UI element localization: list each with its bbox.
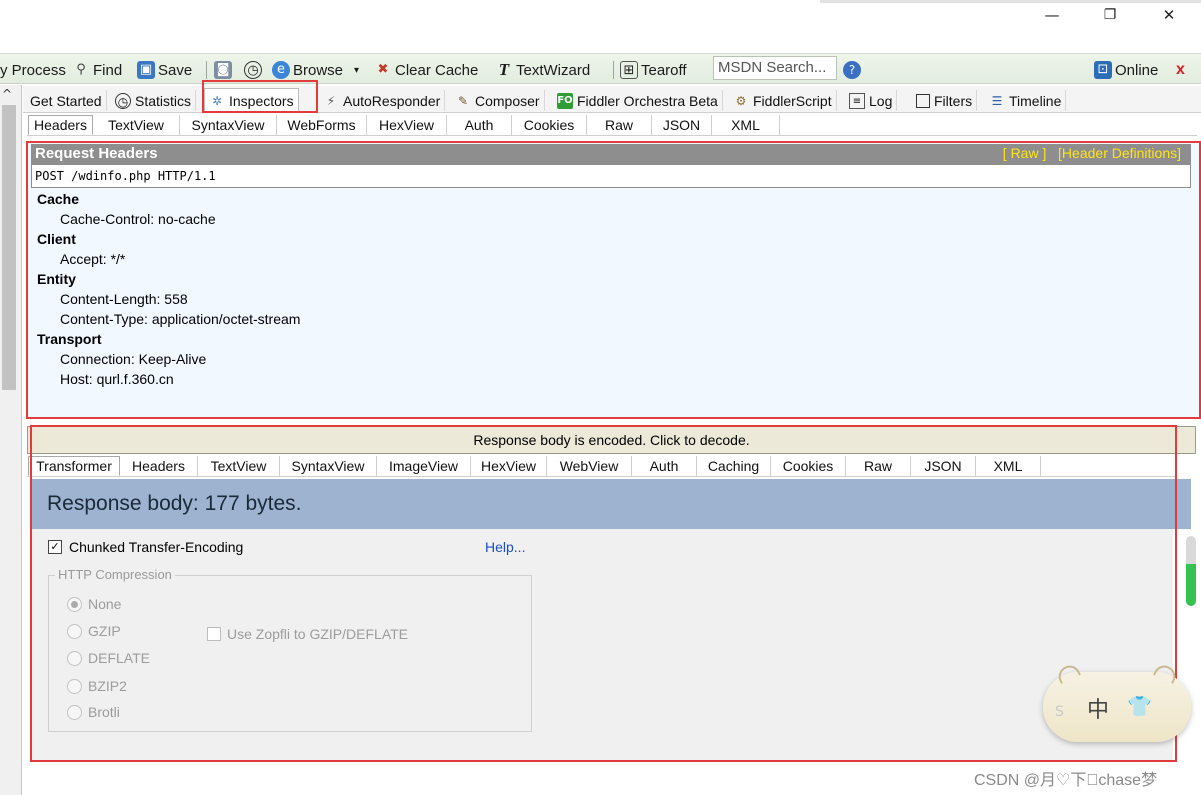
tab-autoresponder[interactable]: ⚡ AutoResponder bbox=[319, 90, 446, 111]
pencil-icon: ✎ bbox=[457, 93, 469, 108]
save-icon: ▣ bbox=[137, 61, 155, 79]
tab-label: Statistics bbox=[135, 92, 192, 109]
toolbar-separator bbox=[613, 61, 614, 79]
browser-icon: e bbox=[272, 61, 290, 79]
ime-logo-icon: S bbox=[1055, 704, 1064, 720]
toolbar-separator bbox=[206, 61, 207, 79]
req-tab-auth[interactable]: Auth bbox=[447, 115, 512, 135]
req-tab-xml[interactable]: XML bbox=[712, 115, 780, 135]
request-inspector-tabs: Headers TextView SyntaxView WebForms Hex… bbox=[27, 114, 1197, 136]
response-scrollbar[interactable] bbox=[1186, 536, 1196, 606]
tearoff-icon: ⊞ bbox=[620, 61, 638, 79]
save-button[interactable]: ▣ Save bbox=[137, 60, 192, 80]
textwizard-icon: T bbox=[498, 60, 510, 79]
ime-language-toggle[interactable]: 中 bbox=[1087, 692, 1109, 724]
req-tab-hexview[interactable]: HexView bbox=[367, 115, 447, 135]
browse-button[interactable]: e Browse ▾ bbox=[272, 60, 359, 80]
textwizard-label: TextWizard bbox=[516, 61, 591, 79]
tab-label: Timeline bbox=[1009, 92, 1062, 109]
response-area-highlight bbox=[30, 425, 1177, 762]
msdn-search-input[interactable]: MSDN Search... bbox=[713, 56, 837, 80]
browse-label: Browse bbox=[293, 61, 344, 79]
help-icon: ? bbox=[843, 61, 861, 79]
clear-cache-label: Clear Cache bbox=[395, 61, 479, 79]
chevron-down-icon[interactable]: ▾ bbox=[354, 65, 359, 76]
close-button[interactable]: ✕ bbox=[1155, 4, 1183, 26]
stopwatch-icon: ◷ bbox=[115, 92, 131, 109]
tab-log[interactable]: ≡ Log bbox=[845, 90, 898, 111]
req-tab-raw[interactable]: Raw bbox=[587, 115, 652, 135]
maximize-button[interactable]: ❐ bbox=[1096, 4, 1124, 26]
tab-filters[interactable]: Filters bbox=[912, 90, 978, 111]
tearoff-button[interactable]: ⊞ Tearoff bbox=[620, 60, 687, 80]
req-tab-headers[interactable]: Headers bbox=[28, 115, 93, 135]
clear-cache-icon: ✖ bbox=[377, 62, 389, 77]
tab-label: FiddlerScript bbox=[753, 92, 832, 109]
tab-fiddler-orchestra[interactable]: FO Fiddler Orchestra Beta bbox=[553, 90, 723, 111]
process-label: y Process bbox=[0, 61, 66, 79]
tab-label: Get Started bbox=[30, 92, 102, 109]
request-headers-highlight bbox=[26, 141, 1201, 419]
online-label: Online bbox=[1115, 61, 1159, 79]
timer-button[interactable]: ◷ bbox=[244, 60, 262, 80]
watermark: CSDN @月♡下 chase梦 bbox=[974, 772, 1158, 789]
title-bar-edge bbox=[820, 0, 1201, 3]
binoculars-icon: ⚲ bbox=[76, 62, 86, 77]
inspector-tabs: Get Started ◷ Statistics ✲ Inspectors ⚡ … bbox=[23, 86, 1201, 113]
title-bar: — ❐ ✕ bbox=[0, 0, 1201, 52]
tab-label: Fiddler Orchestra Beta bbox=[577, 92, 718, 109]
network-icon: ⊡ bbox=[1094, 61, 1112, 79]
textwizard-button[interactable]: T TextWizard bbox=[495, 60, 590, 80]
checkbox-icon bbox=[916, 93, 930, 108]
find-label: Find bbox=[93, 61, 123, 79]
scroll-up-icon[interactable]: ^ bbox=[2, 87, 12, 101]
stopwatch-icon: ◷ bbox=[244, 61, 262, 79]
tab-label: Composer bbox=[475, 92, 540, 109]
lightning-icon: ⚡ bbox=[326, 93, 336, 108]
ime-skin-icon[interactable]: 👕 bbox=[1127, 694, 1152, 718]
req-tab-json[interactable]: JSON bbox=[652, 115, 712, 135]
help-button[interactable]: ? bbox=[843, 60, 861, 80]
main-toolbar: y Process ⚲ Find ▣ Save ◙ ◷ e Browse ▾ ✖… bbox=[0, 53, 1201, 84]
tab-label: Log bbox=[869, 92, 893, 109]
req-tab-syntaxview[interactable]: SyntaxView bbox=[180, 115, 277, 135]
req-tab-textview[interactable]: TextView bbox=[93, 115, 180, 135]
clear-cache-button[interactable]: ✖ Clear Cache bbox=[374, 60, 479, 80]
process-filter-button[interactable]: y Process bbox=[0, 60, 66, 80]
req-tab-webforms[interactable]: WebForms bbox=[277, 115, 367, 135]
tab-composer[interactable]: ✎ Composer bbox=[451, 90, 545, 111]
tearoff-label: Tearoff bbox=[641, 61, 687, 79]
online-status[interactable]: ⊡ Online bbox=[1094, 60, 1158, 80]
minimize-button[interactable]: — bbox=[1038, 4, 1066, 26]
tab-get-started[interactable]: Get Started bbox=[26, 90, 107, 111]
close-toolbar-icon[interactable]: x bbox=[1176, 60, 1185, 80]
ime-toolbar[interactable]: S 中 👕 bbox=[1043, 662, 1191, 742]
save-label: Save bbox=[158, 61, 193, 79]
timeline-icon: ☰ bbox=[991, 93, 1003, 108]
screenshot-button[interactable]: ◙ bbox=[214, 60, 232, 80]
fo-icon: FO bbox=[557, 92, 573, 109]
tab-fiddlerscript[interactable]: ⚙ FiddlerScript bbox=[729, 90, 837, 111]
tab-label: AutoResponder bbox=[343, 92, 441, 109]
session-scrollbar[interactable] bbox=[2, 105, 16, 390]
inspectors-tab-highlight bbox=[202, 80, 318, 113]
log-icon: ≡ bbox=[849, 92, 865, 109]
req-tab-cookies[interactable]: Cookies bbox=[512, 115, 587, 135]
camera-icon: ◙ bbox=[214, 61, 232, 79]
script-icon: ⚙ bbox=[735, 93, 747, 108]
tab-label: Filters bbox=[934, 92, 973, 109]
tab-statistics[interactable]: ◷ Statistics bbox=[111, 90, 197, 111]
find-button[interactable]: ⚲ Find bbox=[72, 60, 122, 80]
session-list-edge: ^ bbox=[0, 85, 22, 795]
tab-timeline[interactable]: ☰ Timeline bbox=[985, 90, 1067, 111]
